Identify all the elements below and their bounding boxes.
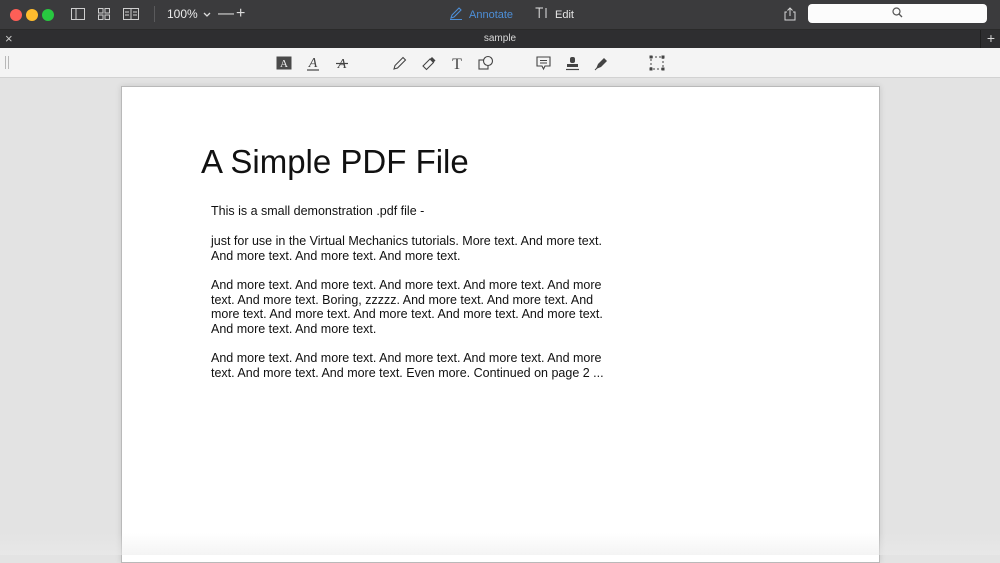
document-paragraph: This is a small demonstration .pdf file … — [211, 204, 425, 218]
svg-text:A: A — [280, 58, 288, 70]
zoom-level-dropdown[interactable]: 100% — [167, 7, 211, 21]
document-paragraph: And more text. And more text. And more t… — [211, 278, 603, 337]
zoom-level-value: 100% — [167, 7, 198, 21]
edit-mode-label: Edit — [555, 8, 574, 21]
tab-bar: × sample + — [0, 30, 1000, 48]
pdf-page[interactable]: A Simple PDF File This is a small demons… — [121, 86, 880, 563]
window-toolbar: 100% — + Annotate Edit — [0, 0, 1000, 30]
zoom-window-button[interactable] — [42, 9, 54, 21]
pencil-icon[interactable] — [390, 54, 408, 72]
shapes-icon[interactable] — [477, 54, 495, 72]
svg-text:T: T — [452, 56, 462, 71]
svg-text:A: A — [308, 56, 318, 71]
text-cursor-icon — [535, 7, 549, 22]
text-strikethrough-icon[interactable]: A — [333, 54, 351, 72]
annotate-mode-label: Annotate — [469, 9, 514, 21]
toolbar-divider — [154, 6, 155, 22]
document-paragraph: just for use in the Virtual Mechanics tu… — [211, 234, 602, 263]
share-icon[interactable] — [783, 6, 797, 22]
search-icon — [892, 5, 903, 23]
stamp-icon[interactable] — [563, 54, 581, 72]
text-highlight-icon[interactable]: A — [275, 54, 293, 72]
selection-icon[interactable] — [648, 54, 666, 72]
tab-title[interactable]: sample — [0, 33, 1000, 44]
annotate-pen-icon — [449, 7, 463, 23]
new-tab-button[interactable]: + — [980, 30, 1000, 48]
zoom-in-button[interactable]: + — [236, 4, 245, 24]
document-paragraph: And more text. And more text. And more t… — [211, 351, 604, 380]
eraser-icon[interactable] — [419, 54, 437, 72]
text-box-icon[interactable]: T — [448, 54, 466, 72]
zoom-out-button[interactable]: — — [218, 4, 234, 24]
text-underline-icon[interactable]: A — [304, 54, 322, 72]
minimize-window-button[interactable] — [26, 9, 38, 21]
page-layout-icon[interactable] — [122, 6, 140, 22]
toolbar-grip-icon[interactable] — [5, 56, 9, 69]
signature-pen-icon[interactable] — [592, 54, 610, 72]
annotation-toolbar: A A A T — [0, 48, 1000, 78]
search-field[interactable] — [808, 4, 987, 23]
document-title: A Simple PDF File — [201, 143, 469, 180]
edit-mode-button[interactable]: Edit — [535, 7, 574, 22]
note-icon[interactable] — [534, 54, 552, 72]
thumbnails-grid-icon[interactable] — [96, 6, 112, 22]
close-window-button[interactable] — [10, 9, 22, 21]
annotate-mode-button[interactable]: Annotate — [449, 7, 513, 23]
chevron-down-icon — [203, 7, 211, 21]
sidebar-toggle-icon[interactable] — [70, 6, 86, 22]
